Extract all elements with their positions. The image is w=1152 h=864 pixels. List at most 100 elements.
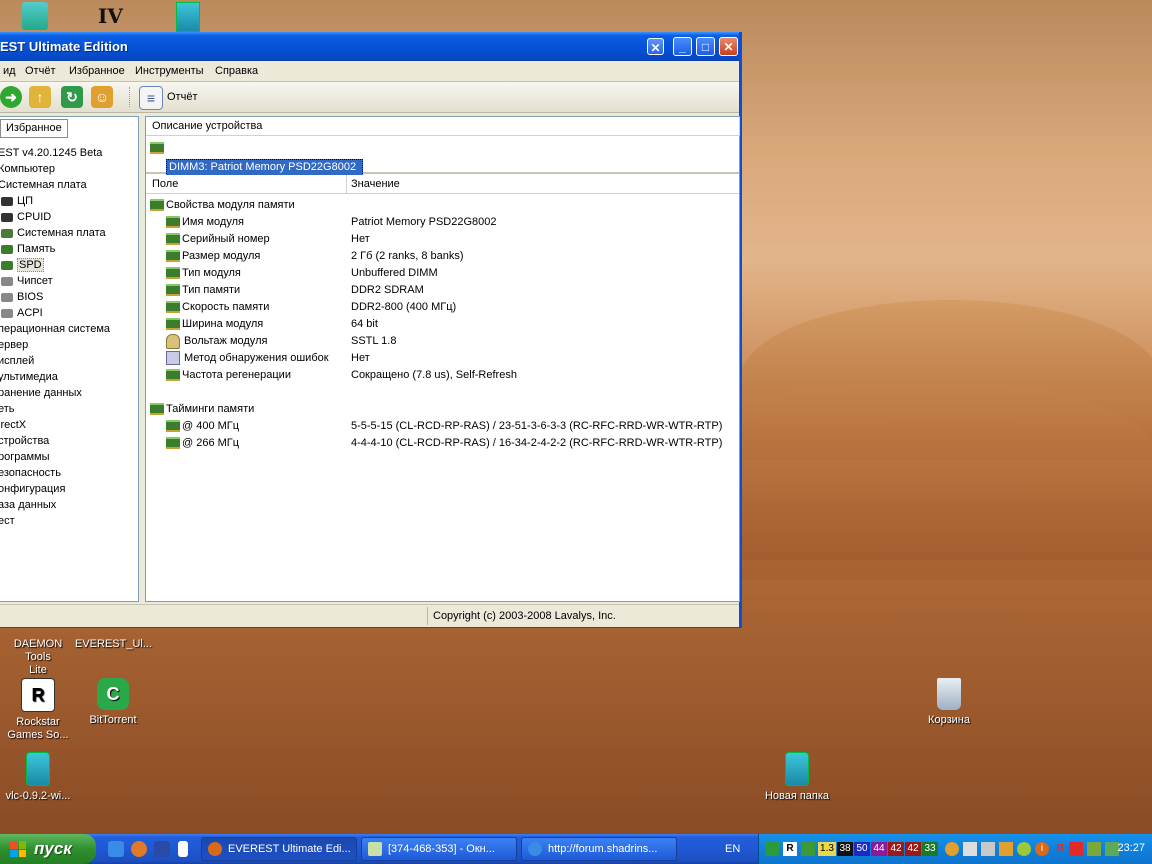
- tree-item-network[interactable]: еть: [0, 401, 138, 417]
- list-item[interactable]: Свойства модуля памяти: [150, 197, 730, 214]
- tree-item-software[interactable]: рограммы: [0, 449, 138, 465]
- tree-item[interactable]: EST v4.20.1245 Beta: [0, 145, 138, 161]
- tree-item-storage[interactable]: ранение данных: [0, 385, 138, 401]
- desktop-icon-daemon-tools[interactable]: DAEMON Tools Lite: [0, 638, 76, 677]
- menu-tools[interactable]: Инструменты: [135, 65, 204, 77]
- list-item[interactable]: @ 400 МГц 5-5-5-15 (CL-RCD-RP-RAS) / 23-…: [166, 418, 730, 435]
- desktop-icon-recycle-bin[interactable]: Корзина: [911, 678, 987, 727]
- tray-counter[interactable]: 33: [922, 842, 938, 856]
- forward-icon[interactable]: ➜: [0, 86, 22, 108]
- tree-item-display[interactable]: исплей: [0, 353, 138, 369]
- maximize-button[interactable]: □: [696, 37, 715, 56]
- desktop-icon-everest[interactable]: EVEREST_Ul...: [75, 638, 152, 651]
- desktop-icon-rockstar[interactable]: R Rockstar Games So...: [0, 678, 76, 742]
- column-header-value[interactable]: Значение: [351, 175, 400, 193]
- tree-item-spd[interactable]: SPD: [0, 257, 138, 273]
- list-item[interactable]: Имя модуля Patriot Memory PSD22G8002: [166, 214, 730, 231]
- tree-item[interactable]: Компьютер: [0, 161, 138, 177]
- desktop-icon-bittorrent[interactable]: C BitTorrent: [75, 678, 151, 727]
- tray-counter[interactable]: 38: [837, 842, 853, 856]
- tray-icon[interactable]: [1017, 842, 1031, 856]
- tray-icon[interactable]: [801, 842, 815, 856]
- clock[interactable]: 23:27: [1117, 842, 1145, 854]
- column-header-field[interactable]: Поле: [152, 175, 178, 193]
- favorites-tab[interactable]: Избранное: [0, 119, 68, 138]
- desktop-icon-top-3[interactable]: [176, 2, 200, 32]
- list-item[interactable]: Скорость памяти DDR2-800 (400 МГц): [166, 299, 730, 316]
- tray-counter[interactable]: 42: [888, 842, 904, 856]
- quicklaunch-icon[interactable]: [131, 841, 147, 857]
- close-icon-small[interactable]: ✕: [647, 38, 664, 55]
- tray-counter[interactable]: 1.3: [818, 842, 836, 856]
- yandex-icon[interactable]: Я: [1053, 842, 1067, 856]
- tray-counter[interactable]: 42: [905, 842, 921, 856]
- taskbar-item-browser[interactable]: http://forum.shadrins...: [521, 837, 677, 861]
- tree-item[interactable]: Системная плата: [0, 177, 138, 193]
- menu-favorites[interactable]: Избранное: [69, 65, 125, 77]
- menu-view[interactable]: ид: [3, 65, 16, 77]
- quicklaunch-icon[interactable]: [154, 841, 170, 857]
- list-item[interactable]: Вольтаж модуля SSTL 1.8: [166, 333, 730, 350]
- volume-icon[interactable]: [981, 842, 995, 856]
- menu-report[interactable]: Отчёт: [25, 65, 55, 77]
- tray-icon[interactable]: [765, 842, 779, 856]
- tree-item-security[interactable]: езопасность: [0, 465, 138, 481]
- tray-icon[interactable]: [1069, 842, 1083, 856]
- tree-item-cpuid[interactable]: CPUID: [0, 209, 138, 225]
- info-icon[interactable]: i: [1035, 842, 1049, 856]
- tree-item-test[interactable]: ест: [0, 513, 138, 529]
- quicklaunch-icon[interactable]: [178, 841, 188, 857]
- tree-item-multimedia[interactable]: ультимедиа: [0, 369, 138, 385]
- taskbar-item-window[interactable]: [374-468-353] - Окн...: [361, 837, 517, 861]
- tree-item-config[interactable]: онфигурация: [0, 481, 138, 497]
- desktop-icon-new-folder[interactable]: Новая папка: [759, 752, 835, 803]
- tree-item-database[interactable]: аза данных: [0, 497, 138, 513]
- tray-icon[interactable]: [999, 842, 1013, 856]
- desktop-icon-gta-iv[interactable]: IV: [98, 4, 128, 28]
- users-icon[interactable]: ☺: [91, 86, 113, 108]
- device-description-header[interactable]: Описание устройства: [146, 117, 740, 136]
- close-button[interactable]: ✕: [719, 37, 738, 56]
- tree-item-bios[interactable]: BIOS: [0, 289, 138, 305]
- start-button[interactable]: пуск: [0, 834, 96, 864]
- list-item[interactable]: @ 266 МГц 4-4-4-10 (CL-RCD-RP-RAS) / 16-…: [166, 435, 730, 452]
- list-item[interactable]: Частота регенерации Сокращено (7.8 us), …: [166, 367, 730, 384]
- tree-item-acpi[interactable]: ACPI: [0, 305, 138, 321]
- tree-item-server[interactable]: ервер: [0, 337, 138, 353]
- taskbar-item-everest[interactable]: EVEREST Ultimate Edi...: [201, 837, 357, 861]
- tree-item-motherboard[interactable]: Системная плата: [0, 225, 138, 241]
- tree-item-directx[interactable]: irectX: [0, 417, 138, 433]
- device-item-selected[interactable]: DIMM3: Patriot Memory PSD22G8002: [166, 159, 364, 176]
- list-item[interactable]: Ширина модуля 64 bit: [166, 316, 730, 333]
- tree-item-memory[interactable]: Память: [0, 241, 138, 257]
- list-item[interactable]: Тайминги памяти: [150, 401, 730, 418]
- list-item[interactable]: Размер модуля 2 Гб (2 ranks, 8 banks): [166, 248, 730, 265]
- list-item[interactable]: Тип памяти DDR2 SDRAM: [166, 282, 730, 299]
- tray-counter[interactable]: 50: [854, 842, 870, 856]
- window-icon: [368, 842, 382, 856]
- rockstar-tray-icon[interactable]: R: [783, 842, 797, 856]
- title-bar[interactable]: EST Ultimate Edition ✕ _ □ ✕: [0, 32, 739, 61]
- refresh-icon[interactable]: ↻: [61, 86, 83, 108]
- list-item[interactable]: Тип модуля Unbuffered DIMM: [166, 265, 730, 282]
- minimize-button[interactable]: _: [673, 37, 692, 56]
- internet-explorer-icon[interactable]: [108, 841, 124, 857]
- memory-icon: [166, 267, 180, 280]
- tree-item-chipset[interactable]: Чипсет: [0, 273, 138, 289]
- desktop-icon-vlc[interactable]: vlc-0.9.2-wi...: [0, 752, 76, 803]
- language-indicator[interactable]: EN: [725, 843, 740, 855]
- list-item[interactable]: Метод обнаружения ошибок Нет: [166, 350, 730, 367]
- desktop-icon-top-1[interactable]: [22, 2, 48, 30]
- report-button-label[interactable]: Отчёт: [167, 91, 197, 103]
- up-folder-icon[interactable]: ↑: [29, 86, 51, 108]
- tree-item-os[interactable]: перационная система: [0, 321, 138, 337]
- tray-icon[interactable]: [945, 842, 959, 856]
- tray-counter[interactable]: 44: [871, 842, 887, 856]
- report-icon[interactable]: ≡: [139, 86, 163, 110]
- list-item[interactable]: Серийный номер Нет: [166, 231, 730, 248]
- tree-item-cpu[interactable]: ЦП: [0, 193, 138, 209]
- menu-help[interactable]: Справка: [215, 65, 258, 77]
- tray-icon[interactable]: [1087, 842, 1101, 856]
- tree-item-devices[interactable]: стройства: [0, 433, 138, 449]
- tray-icon[interactable]: [963, 842, 977, 856]
